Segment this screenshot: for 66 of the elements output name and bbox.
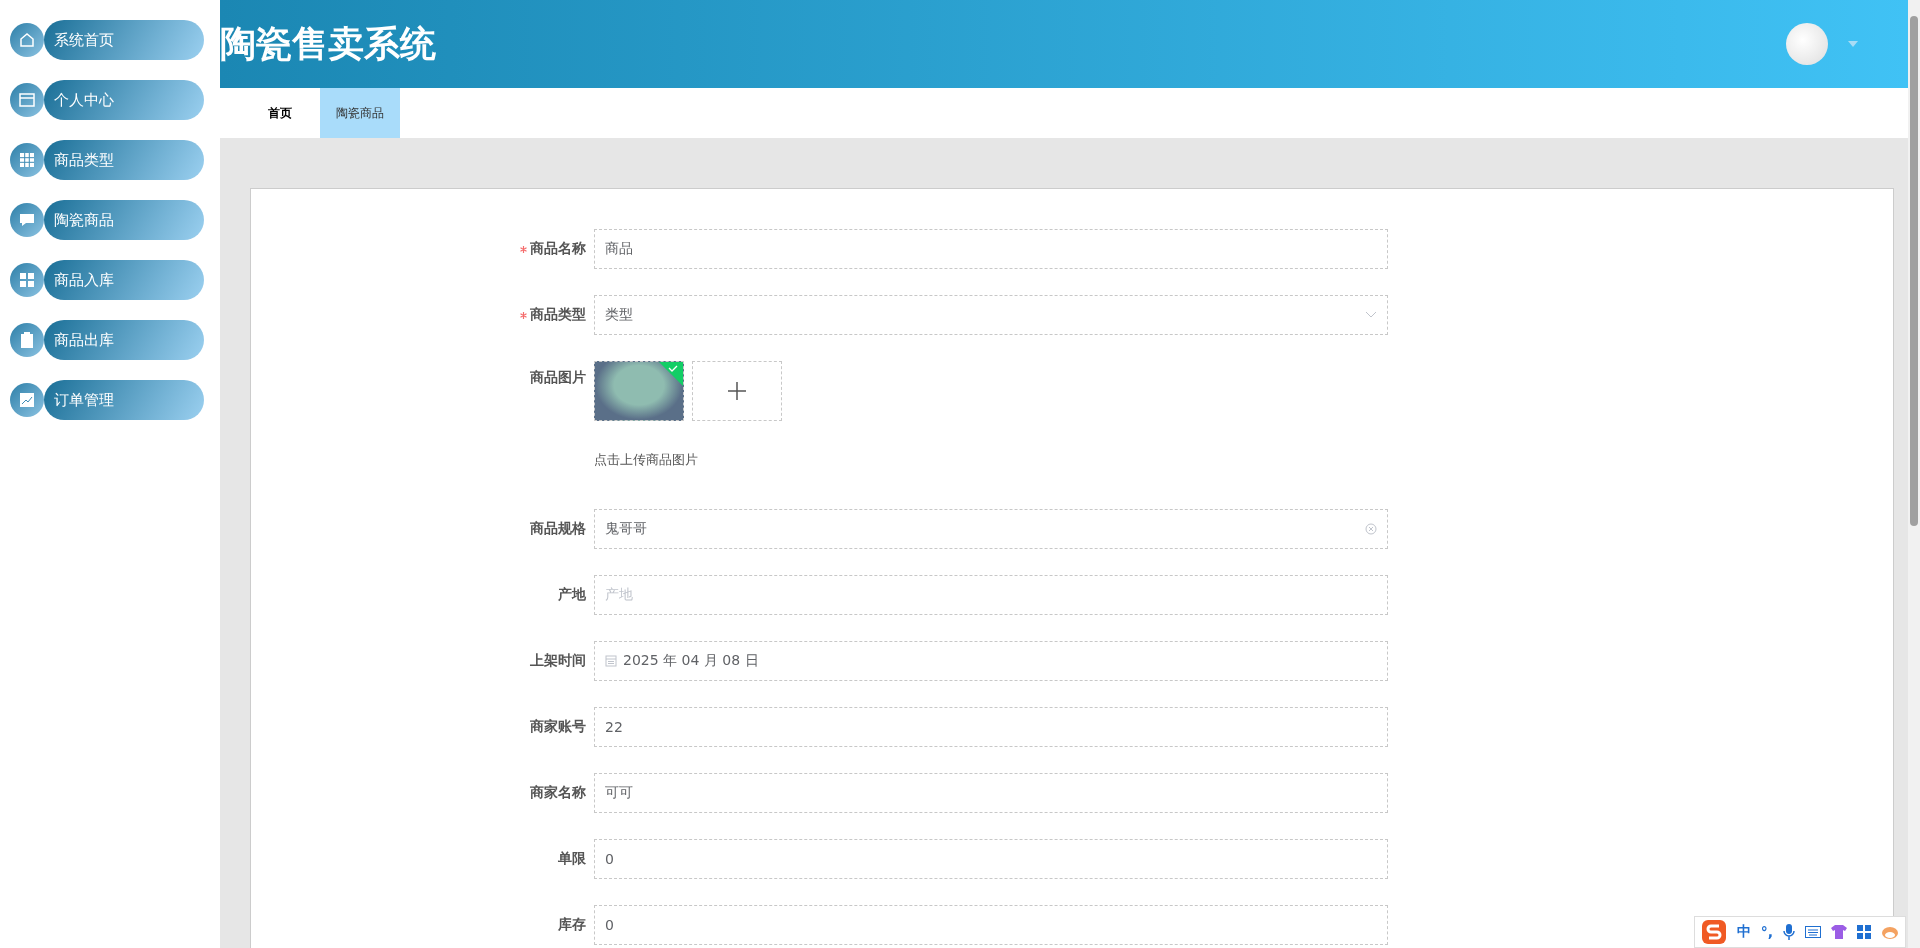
field-value: 鬼哥哥 <box>605 520 647 538</box>
keyboard-icon[interactable] <box>1805 926 1821 938</box>
input-field[interactable]: 商品 <box>594 229 1388 269</box>
clipboard-icon <box>18 331 36 349</box>
shirt-icon[interactable] <box>1831 925 1847 939</box>
sidebar-item[interactable]: 商品类型 <box>44 140 204 180</box>
upload-hint: 点击上传商品图片 <box>594 451 699 469</box>
ime-mode[interactable]: °, <box>1760 924 1773 940</box>
field-value: 类型 <box>605 306 633 324</box>
menu-icon-badge[interactable] <box>10 143 44 177</box>
field-label: 库存 <box>558 916 586 934</box>
field-label: 上架时间 <box>530 652 586 670</box>
chat-icon <box>18 211 36 229</box>
grid-icon <box>18 151 36 169</box>
home-icon <box>18 31 36 49</box>
field-label: 产地 <box>558 586 586 604</box>
sidebar-item[interactable]: 个人中心 <box>44 80 204 120</box>
tab[interactable]: 陶瓷商品 <box>320 88 400 138</box>
chart-icon <box>18 391 36 409</box>
microphone-icon[interactable] <box>1783 924 1795 940</box>
ime-logo-icon[interactable] <box>1700 919 1727 945</box>
input-field[interactable]: 0 <box>594 839 1388 879</box>
ime-mode[interactable]: 中 <box>1736 923 1751 941</box>
sidebar-item[interactable]: 商品出库 <box>44 320 204 360</box>
input-field[interactable]: 可可 <box>594 773 1388 813</box>
menu-icon-badge[interactable] <box>10 83 44 117</box>
field-label: 商品名称 <box>530 240 586 258</box>
menu-icon-badge[interactable] <box>10 203 44 237</box>
sidebar-item[interactable]: 陶瓷商品 <box>44 200 204 240</box>
menu-icon-badge[interactable] <box>10 383 44 417</box>
input-field[interactable]: 0 <box>594 905 1388 945</box>
field-value: 0 <box>605 917 614 933</box>
field-label: 商品图片 <box>530 369 586 387</box>
menu-icon-badge[interactable] <box>10 323 44 357</box>
select-field[interactable]: 类型 <box>594 295 1388 335</box>
sidebar-item[interactable]: 系统首页 <box>44 20 204 60</box>
wallet-icon <box>18 91 36 109</box>
input-field[interactable]: 22 <box>594 707 1388 747</box>
field-value: 22 <box>605 719 623 735</box>
scrollbar[interactable] <box>1908 0 1920 948</box>
chevron-icon <box>1365 311 1377 319</box>
menu-icon-badge[interactable] <box>10 23 44 57</box>
tab[interactable]: 首页 <box>240 88 320 138</box>
field-value: 商品 <box>605 240 633 258</box>
field-label: 商品类型 <box>530 306 586 324</box>
tiles-icon[interactable] <box>1857 925 1871 939</box>
photo-placeholder[interactable] <box>594 361 684 421</box>
tiles-icon <box>18 271 36 289</box>
field-label: 商家账号 <box>530 718 586 736</box>
input-field[interactable]: 鬼哥哥 <box>594 509 1388 549</box>
field-label: 单限 <box>558 850 586 868</box>
field-value: 0 <box>605 851 614 867</box>
avatar-image[interactable] <box>1786 23 1828 65</box>
app-title: 陶瓷售卖系统 <box>220 21 436 66</box>
field-placeholder: 产地 <box>605 586 633 604</box>
calendar-icon <box>605 655 617 667</box>
field-value: 2025 年 04 月 08 日 <box>623 652 759 670</box>
sidebar-item[interactable]: 商品入库 <box>44 260 204 300</box>
date-field[interactable]: 2025 年 04 月 08 日 <box>594 641 1388 681</box>
check-icon <box>659 362 683 386</box>
field-value: 可可 <box>605 784 633 802</box>
plus-icon <box>727 381 747 401</box>
menu-icon-badge[interactable] <box>10 263 44 297</box>
field-label: 商品规格 <box>530 520 586 538</box>
field-label: 商家名称 <box>530 784 586 802</box>
sidebar-item[interactable]: 订单管理 <box>44 380 204 420</box>
